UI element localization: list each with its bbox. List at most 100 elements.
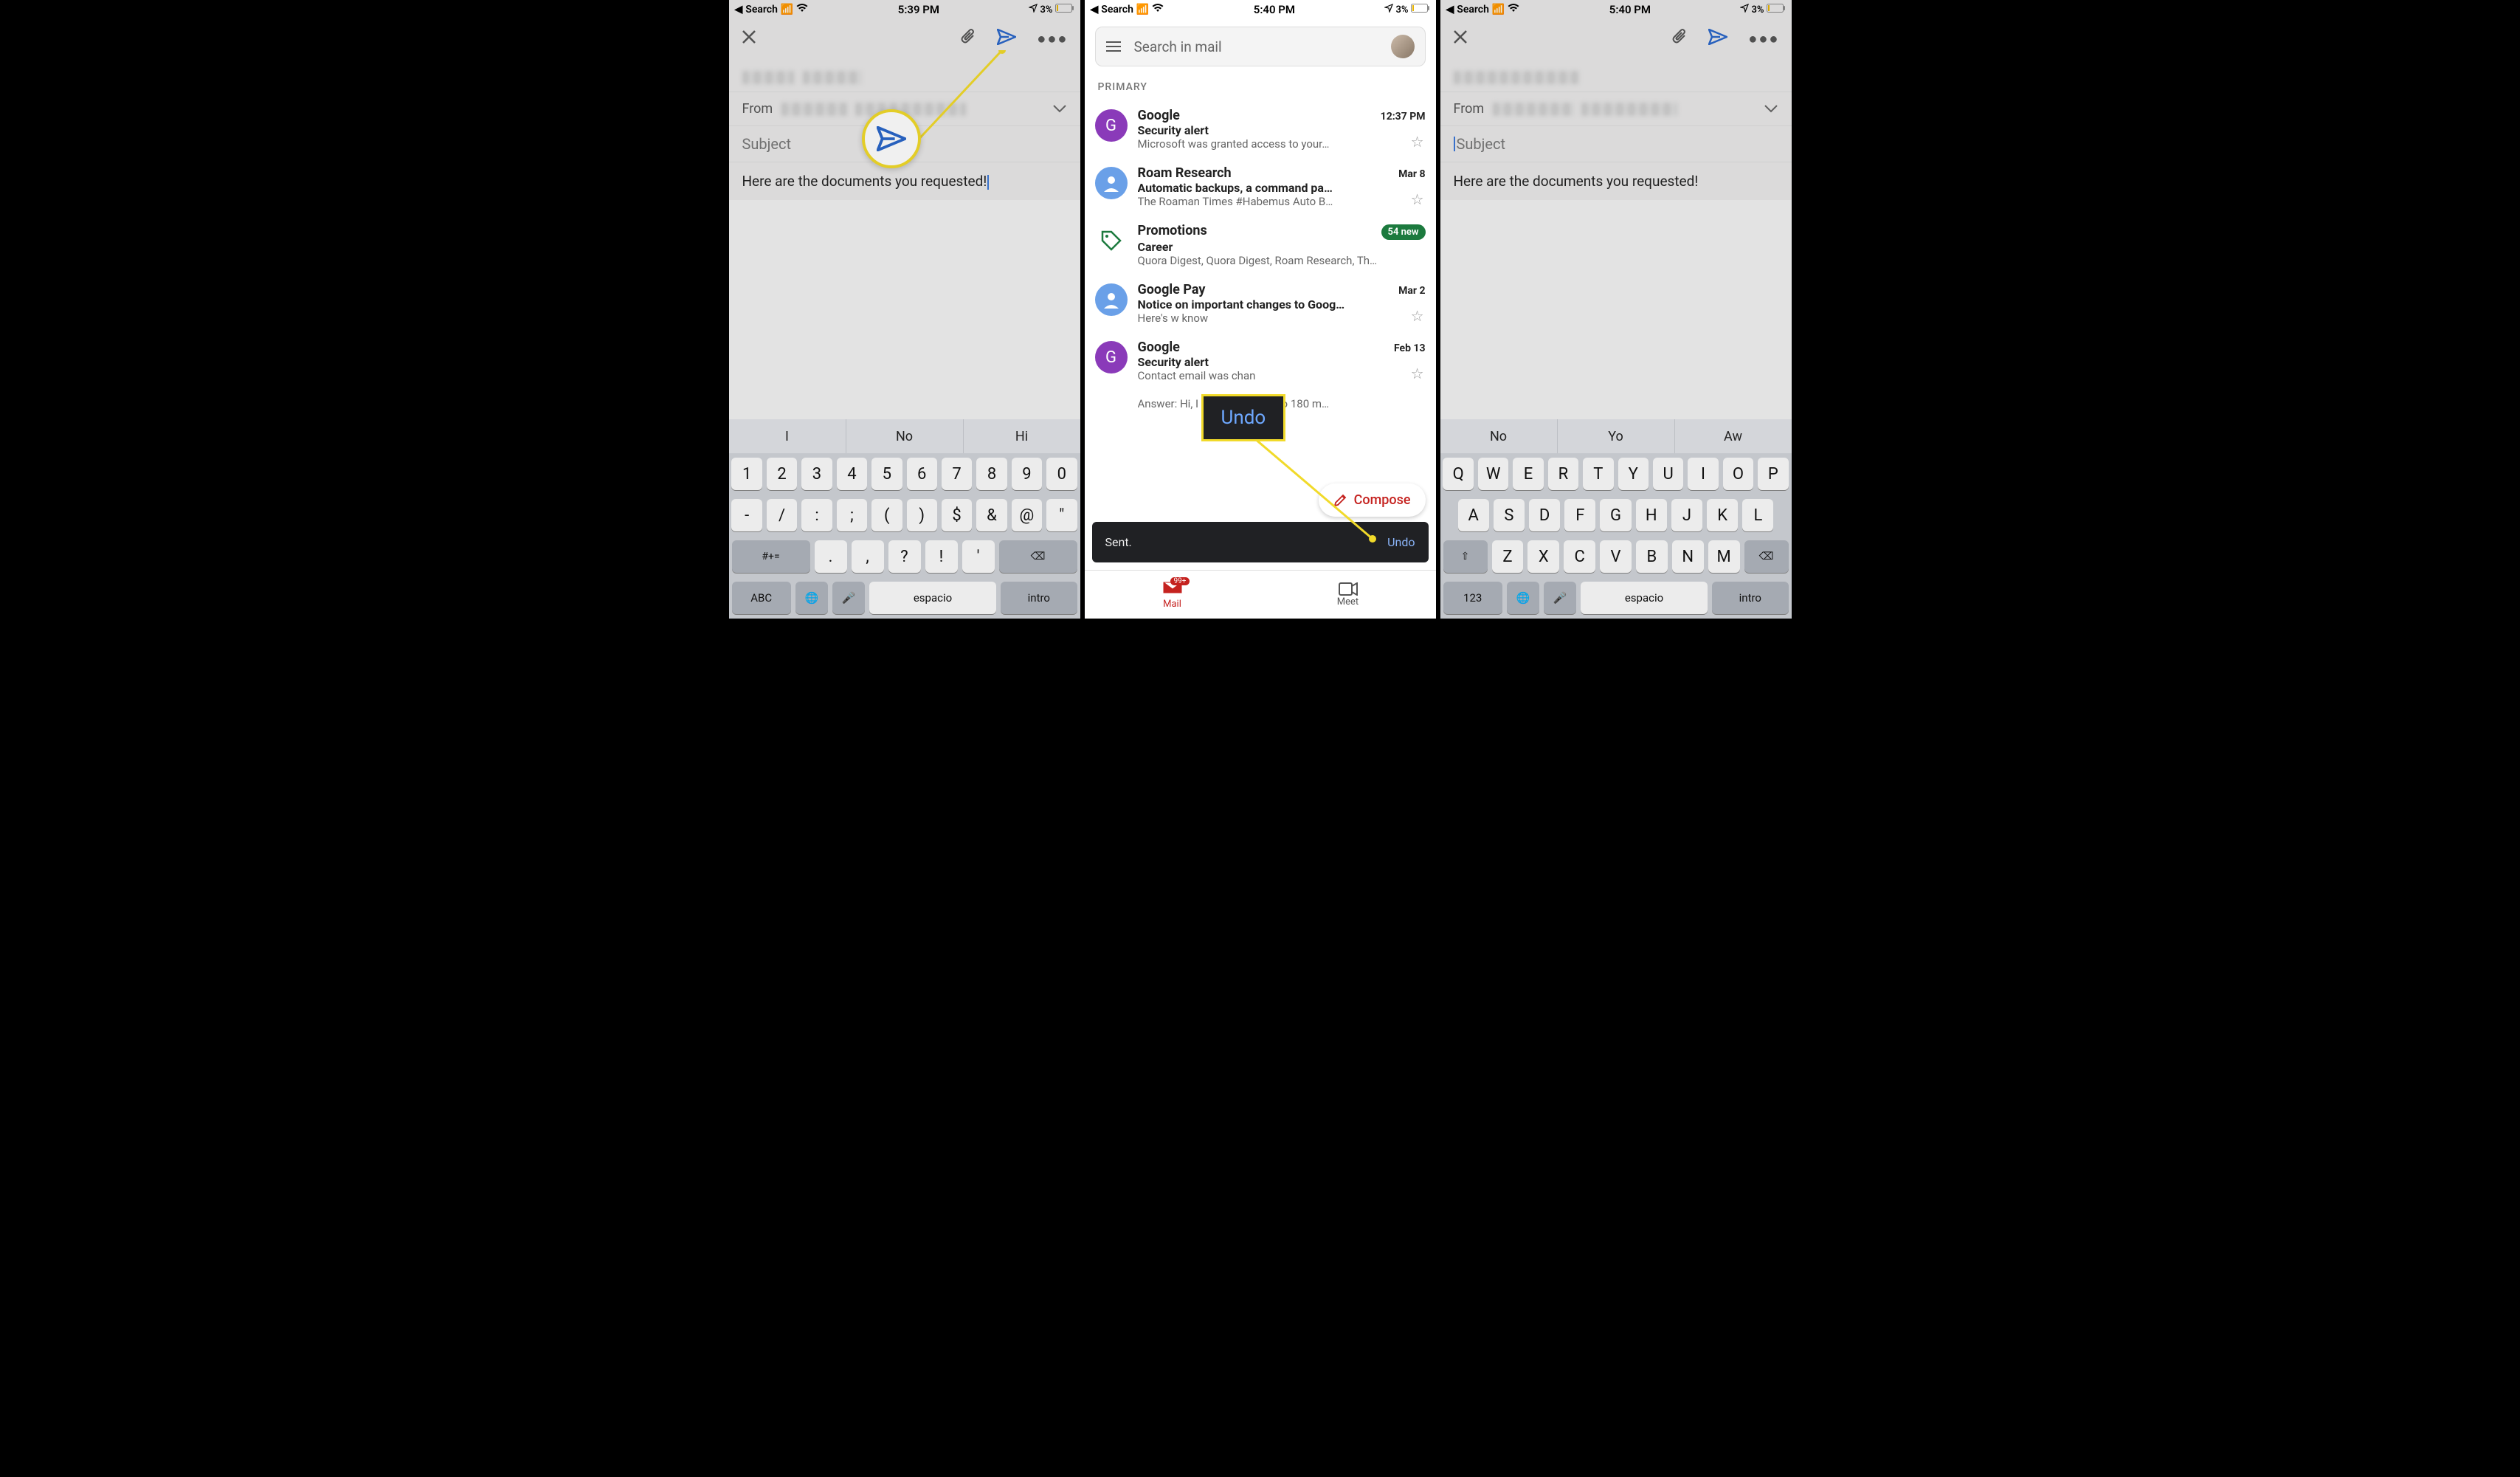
space-key[interactable]: espacio	[869, 582, 996, 614]
mail-item[interactable]: G Google 12:37 PM Security alert Microso…	[1085, 100, 1436, 158]
mic-key[interactable]: 🎤	[1544, 582, 1576, 614]
key-K[interactable]: K	[1707, 499, 1738, 531]
search-box[interactable]: Search in mail	[1095, 27, 1426, 66]
compose-button[interactable]: Compose	[1319, 483, 1426, 517]
key-![interactable]: !	[925, 540, 958, 573]
key-S[interactable]: S	[1494, 499, 1525, 531]
mail-item[interactable]: Roam Research Mar 8 Automatic backups, a…	[1085, 158, 1436, 216]
compose-body[interactable]: Here are the documents you requested!	[729, 162, 1080, 200]
close-icon[interactable]	[741, 29, 757, 48]
key-N[interactable]: N	[1672, 540, 1704, 573]
suggestion-2[interactable]: Yo	[1558, 419, 1675, 453]
mic-key[interactable]: 🎤	[832, 582, 865, 614]
key-U[interactable]: U	[1653, 458, 1683, 490]
key-M[interactable]: M	[1708, 540, 1740, 573]
key-3[interactable]: 3	[801, 458, 832, 490]
send-icon[interactable]	[1708, 29, 1727, 48]
key-C[interactable]: C	[1564, 540, 1595, 573]
key-Y[interactable]: Y	[1618, 458, 1649, 490]
key-P[interactable]: P	[1758, 458, 1788, 490]
space-key[interactable]: espacio	[1581, 582, 1708, 614]
suggestion-1[interactable]: No	[1440, 419, 1558, 453]
nav-meet[interactable]: Meet	[1260, 571, 1436, 619]
key-2[interactable]: 2	[767, 458, 797, 490]
back-search-icon[interactable]: ◀	[1091, 4, 1099, 16]
key-([interactable]: (	[871, 499, 902, 531]
key-.[interactable]: .	[815, 540, 847, 573]
key-R[interactable]: R	[1548, 458, 1578, 490]
back-search-label[interactable]: Search	[1101, 4, 1133, 16]
mail-item[interactable]: Google Pay Mar 2 Notice on important cha…	[1085, 275, 1436, 332]
back-search-label[interactable]: Search	[745, 4, 778, 16]
key-@[interactable]: @	[1012, 499, 1042, 531]
suggestion-2[interactable]: No	[846, 419, 964, 453]
chevron-down-icon[interactable]	[1052, 101, 1067, 117]
undo-button[interactable]: Undo	[1387, 535, 1415, 549]
mail-item[interactable]: Promotions 54 new Career Quora Digest, Q…	[1085, 216, 1436, 275]
key-7[interactable]: 7	[942, 458, 972, 490]
abc-key[interactable]: ABC	[732, 582, 791, 614]
key-/[interactable]: /	[767, 499, 797, 531]
key-L[interactable]: L	[1742, 499, 1773, 531]
key-5[interactable]: 5	[871, 458, 902, 490]
key-?[interactable]: ?	[888, 540, 921, 573]
back-search-icon[interactable]: ◀	[1446, 4, 1454, 16]
suggestion-3[interactable]: Hi	[964, 419, 1080, 453]
enter-key[interactable]: intro	[1712, 582, 1788, 614]
attachment-icon[interactable]	[959, 28, 976, 49]
suggestion-3[interactable]: Aw	[1675, 419, 1792, 453]
key-'[interactable]: '	[962, 540, 995, 573]
more-icon[interactable]: ●●●	[1037, 30, 1068, 48]
key-V[interactable]: V	[1600, 540, 1632, 573]
key-&[interactable]: &	[976, 499, 1007, 531]
back-search-icon[interactable]: ◀	[735, 4, 743, 16]
suggestion-1[interactable]: I	[729, 419, 846, 453]
key-B[interactable]: B	[1636, 540, 1668, 573]
star-icon[interactable]: ☆	[1411, 133, 1424, 151]
key-X[interactable]: X	[1527, 540, 1559, 573]
subject-row[interactable]: Subject	[1440, 126, 1792, 162]
key--[interactable]: -	[731, 499, 762, 531]
compose-body[interactable]: Here are the documents you requested!	[1440, 162, 1792, 200]
enter-key[interactable]: intro	[1001, 582, 1077, 614]
attachment-icon[interactable]	[1670, 28, 1688, 49]
key-8[interactable]: 8	[976, 458, 1007, 490]
more-icon[interactable]: ●●●	[1748, 30, 1779, 48]
chevron-down-icon[interactable]	[1764, 101, 1778, 117]
key-⌫[interactable]: ⌫	[999, 540, 1077, 573]
key-⌫[interactable]: ⌫	[1744, 540, 1789, 573]
key-:[interactable]: :	[801, 499, 832, 531]
key-$[interactable]: $	[942, 499, 972, 531]
key-O[interactable]: O	[1723, 458, 1753, 490]
key-W[interactable]: W	[1478, 458, 1508, 490]
key-6[interactable]: 6	[907, 458, 937, 490]
back-search-label[interactable]: Search	[1457, 4, 1489, 16]
key-"[interactable]: "	[1046, 499, 1077, 531]
profile-avatar[interactable]	[1391, 35, 1415, 58]
key-1[interactable]: 1	[731, 458, 762, 490]
key-Z[interactable]: Z	[1492, 540, 1524, 573]
mail-item[interactable]: G Google Feb 13 Security alert Contact e…	[1085, 332, 1436, 390]
key-#+=[interactable]: #+=	[732, 540, 810, 573]
key-H[interactable]: H	[1636, 499, 1667, 531]
star-icon[interactable]: ☆	[1411, 190, 1424, 208]
key-Q[interactable]: Q	[1443, 458, 1473, 490]
key-E[interactable]: E	[1513, 458, 1543, 490]
key-J[interactable]: J	[1671, 499, 1702, 531]
key-9[interactable]: 9	[1012, 458, 1042, 490]
globe-key[interactable]: 🌐	[795, 582, 828, 614]
key-;[interactable]: ;	[837, 499, 867, 531]
key-)[interactable]: )	[907, 499, 937, 531]
close-icon[interactable]	[1452, 29, 1468, 48]
key-F[interactable]: F	[1564, 499, 1595, 531]
from-row[interactable]: From	[1440, 92, 1792, 126]
menu-icon[interactable]	[1106, 38, 1121, 55]
nav-mail[interactable]: 99+ Mail	[1085, 571, 1260, 619]
key-T[interactable]: T	[1583, 458, 1613, 490]
globe-key[interactable]: 🌐	[1507, 582, 1539, 614]
key-I[interactable]: I	[1688, 458, 1718, 490]
key-A[interactable]: A	[1458, 499, 1489, 531]
key-0[interactable]: 0	[1046, 458, 1077, 490]
to-row[interactable]	[1440, 56, 1792, 92]
key-⇧[interactable]: ⇧	[1443, 540, 1488, 573]
